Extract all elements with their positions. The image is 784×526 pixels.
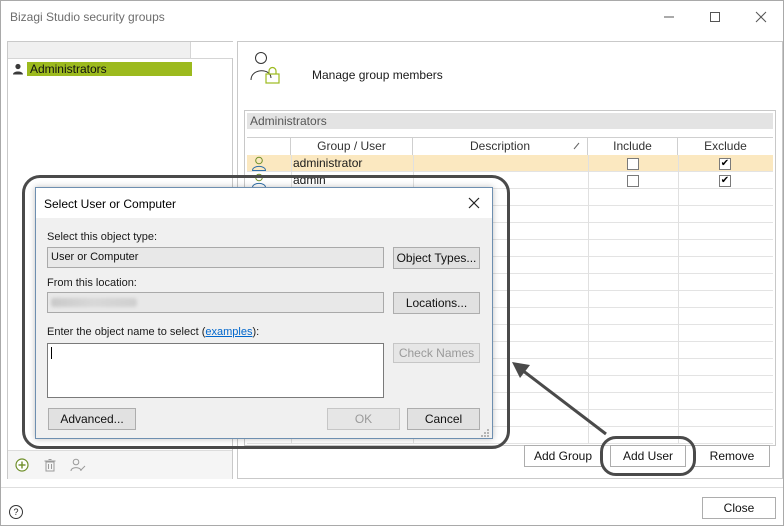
tree-header-column [190, 42, 233, 58]
help-icon[interactable]: ? [9, 505, 23, 519]
grid-line [678, 325, 679, 342]
grid-line [678, 308, 679, 325]
user-edit-tool[interactable] [70, 457, 86, 473]
maximize-icon [710, 12, 720, 22]
grid-line [588, 240, 589, 257]
table-row[interactable]: administrator ✔ [247, 155, 773, 172]
add-user-highlight-outline [600, 436, 696, 476]
grid-line [588, 291, 589, 308]
window-title: Bizagi Studio security groups [10, 10, 165, 24]
dialog-title-bar: Select User or Computer [36, 188, 492, 218]
text-caret [51, 347, 52, 359]
add-group-button[interactable]: Add Group [524, 445, 602, 467]
location-label: From this location: [47, 277, 137, 289]
enter-object-label: Enter the object name to select (example… [47, 326, 260, 338]
advanced-button[interactable]: Advanced... [48, 408, 136, 430]
delete-group-tool[interactable] [42, 457, 58, 473]
minimize-button[interactable] [646, 1, 692, 33]
redacted-location [51, 298, 137, 307]
grid-line [588, 206, 589, 223]
grid-line [588, 308, 589, 325]
tree-item-administrators[interactable]: Administrators [12, 62, 192, 76]
header-include[interactable]: Include [588, 138, 678, 155]
grid-line [678, 223, 679, 240]
panel-title: Manage group members [312, 68, 443, 82]
grid-line [678, 376, 679, 393]
grid-line [588, 427, 589, 444]
include-checkbox[interactable] [627, 175, 639, 187]
cancel-button[interactable]: Cancel [407, 408, 480, 430]
grid-line [678, 274, 679, 291]
grid-line [588, 223, 589, 240]
grid-line [678, 240, 679, 257]
tree-toolbar [8, 450, 232, 479]
header-exclude[interactable]: Exclude [678, 138, 773, 155]
user-icon [251, 156, 267, 171]
grid-header: Group / User Description Include Exclude [247, 137, 773, 156]
examples-link[interactable]: examples [205, 326, 252, 338]
grid-line [678, 189, 679, 206]
object-type-field: User or Computer [47, 247, 384, 268]
close-icon[interactable] [466, 195, 482, 211]
maximize-button[interactable] [692, 1, 738, 33]
object-name-input[interactable] [47, 343, 384, 398]
object-types-button[interactable]: Object Types... [393, 247, 480, 269]
check-names-button[interactable]: Check Names [393, 343, 480, 363]
grid-line [678, 359, 679, 376]
minimize-icon [664, 16, 674, 18]
resize-grip-icon[interactable] [480, 428, 490, 438]
grid-line [588, 274, 589, 291]
user-edit-icon [70, 458, 86, 472]
header-description-label: Description [469, 139, 531, 153]
tree-header [8, 42, 233, 59]
group-name-strip: Administrators [247, 113, 773, 129]
row-name: administrator [293, 156, 363, 170]
grid-line [588, 342, 589, 359]
grid-line [678, 257, 679, 274]
grid-line [678, 291, 679, 308]
grid-line [588, 325, 589, 342]
close-icon [755, 11, 767, 23]
delete-icon [44, 459, 56, 472]
grid-line [588, 410, 589, 427]
grid-line [678, 393, 679, 410]
header-icon-col [247, 138, 291, 155]
grid-line [588, 257, 589, 274]
exclude-checkbox[interactable]: ✔ [719, 158, 731, 170]
footer-separator [1, 487, 783, 488]
remove-button[interactable]: Remove [694, 445, 770, 467]
close-button[interactable]: Close [702, 497, 776, 519]
grid-line [588, 376, 589, 393]
grid-line [588, 393, 589, 410]
grid-line [678, 410, 679, 427]
ok-button[interactable]: OK [327, 408, 400, 430]
grid-line [588, 359, 589, 376]
add-group-tool[interactable] [14, 457, 30, 473]
tree-item-label: Administrators [26, 62, 192, 76]
location-field [47, 292, 384, 313]
sort-icon [573, 142, 580, 150]
window-close-button[interactable] [738, 1, 784, 33]
header-description[interactable]: Description [413, 138, 588, 155]
object-type-label: Select this object type: [47, 231, 158, 243]
manage-members-icon [250, 52, 280, 84]
select-user-dialog: Select User or Computer Select this obje… [35, 187, 493, 439]
title-bar: Bizagi Studio security groups [1, 1, 783, 33]
person-icon [12, 63, 23, 75]
grid-line [678, 342, 679, 359]
include-checkbox[interactable] [627, 158, 639, 170]
dialog-title: Select User or Computer [44, 197, 177, 211]
add-icon [15, 458, 29, 472]
header-group-user[interactable]: Group / User [291, 138, 413, 155]
locations-button[interactable]: Locations... [393, 292, 480, 314]
grid-line [588, 189, 589, 206]
exclude-checkbox[interactable]: ✔ [719, 175, 731, 187]
grid-line [678, 206, 679, 223]
